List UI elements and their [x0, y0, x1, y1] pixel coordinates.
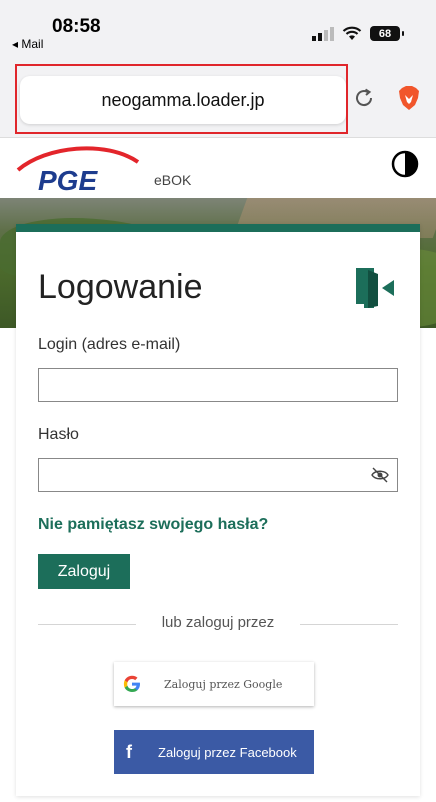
url-highlight-box [15, 64, 348, 134]
brave-lion-icon[interactable] [398, 86, 420, 110]
browser-toolbar: neogamma.loader.jp [0, 58, 436, 138]
google-login-button[interactable]: Zaloguj przez Google [114, 662, 314, 706]
show-password-eye-icon[interactable] [371, 466, 389, 484]
facebook-icon: f [126, 741, 132, 762]
clock: 08:58 [52, 16, 101, 37]
google-login-label: Zaloguj przez Google [164, 677, 283, 691]
status-icons: 68 [312, 26, 404, 41]
login-card: Logowanie Login (adres e-mail) Hasło Nie… [16, 224, 420, 796]
signal-icon [312, 26, 334, 41]
status-bar: 08:58 ◂ Mail 68 [0, 0, 436, 58]
page-title: Logowanie [38, 268, 203, 306]
contrast-toggle-icon[interactable] [391, 150, 419, 178]
reload-icon[interactable] [352, 86, 376, 110]
password-input[interactable] [38, 458, 398, 492]
back-to-mail-link[interactable]: ◂ Mail [12, 37, 43, 51]
facebook-login-button[interactable]: f Zaloguj przez Facebook [114, 730, 314, 774]
wifi-icon [342, 26, 362, 40]
password-label: Hasło [38, 426, 79, 443]
google-icon [123, 675, 140, 692]
divider-text: lub zaloguj przez [136, 614, 300, 631]
pge-logo[interactable]: PGE [16, 140, 146, 194]
login-submit-button[interactable]: Zaloguj [38, 554, 130, 589]
door-enter-icon [356, 268, 394, 308]
battery-level: 68 [378, 27, 392, 40]
facebook-login-label: Zaloguj przez Facebook [158, 744, 297, 760]
login-label: Login (adres e-mail) [38, 336, 181, 353]
login-email-input[interactable] [38, 368, 398, 402]
site-header: PGE eBOK [0, 138, 436, 198]
forgot-password-link[interactable]: Nie pamiętasz swojego hasła? [38, 516, 268, 534]
section-label: eBOK [154, 172, 192, 188]
svg-text:PGE: PGE [38, 165, 98, 194]
battery-icon: 68 [370, 26, 404, 41]
